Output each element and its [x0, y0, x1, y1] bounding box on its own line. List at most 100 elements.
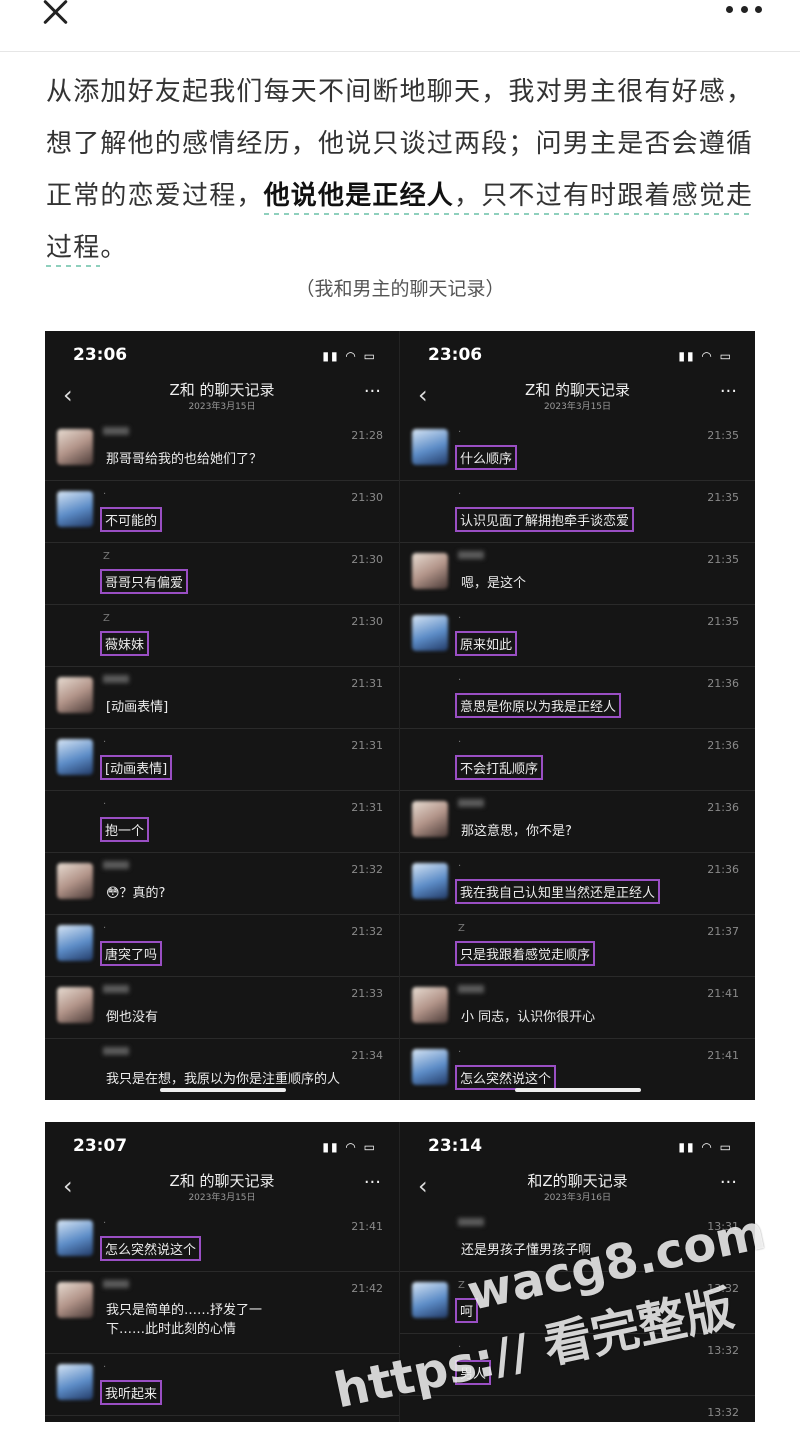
article-text-2: ，只不过有时跟着感觉走: [454, 181, 754, 215]
article-paragraph: 从添加好友起我们每天不间断地聊天，我对男主很有好感，想了解他的感情经历，他说只谈…: [46, 66, 758, 274]
sender-name: [103, 427, 129, 438]
msg-time: 21:36: [707, 677, 739, 690]
more-icon[interactable]: ···: [364, 1172, 381, 1193]
sender-name: ·: [458, 861, 462, 872]
msg-time: 21:36: [707, 863, 739, 876]
chat-title: Z和 的聊天记录: [169, 381, 275, 399]
msg-text: 那哥哥给我的也给她们了？: [106, 452, 263, 467]
msg-text: [动画表情]: [100, 755, 173, 780]
sender-name: [103, 1047, 129, 1058]
msg-time: 21:35: [707, 553, 739, 566]
more-icon[interactable]: ···: [364, 381, 381, 402]
msg-time: 21:41: [707, 1049, 739, 1062]
msg-text: 认识见面了解拥抱牵手谈恋爱: [455, 507, 635, 532]
chat-message: · 21:41 怎么突然说这个: [45, 1210, 399, 1272]
msg-time: 21:35: [707, 615, 739, 628]
chat-message: · 21:35 认识见面了解拥抱牵手谈恋爱: [400, 481, 755, 543]
chat-date: 2023年3月15日: [188, 1193, 256, 1203]
chat-message: 21:42 我只是简单的……抒发了一下……此时此刻的心情: [45, 1272, 399, 1354]
chat-date: 2023年3月15日: [188, 402, 256, 412]
sender-name: ·: [103, 1362, 107, 1373]
sender-name: ·: [103, 799, 107, 810]
chat-screenshot-top: 23:06 ▮▮ ◠ ▭ ‹ Z和 的聊天记录 2023年3月15日 ··· 2…: [45, 331, 755, 1100]
chat-message: 21:41 小 同志，认识你很开心: [400, 977, 755, 1039]
msg-text: 小 同志，认识你很开心: [461, 1010, 596, 1025]
status-icons: ▮▮ ◠ ▭: [322, 1140, 377, 1154]
msg-text: 只是我跟着感觉走顺序: [455, 941, 596, 966]
msg-text: 不可能的: [100, 507, 163, 532]
avatar: [57, 1220, 93, 1256]
chat-message: · 21:36 意思是你原以为我是正经人: [400, 667, 755, 729]
sender-name: ·: [458, 737, 462, 748]
msg-time: 13:32: [707, 1344, 739, 1357]
status-icons: ▮▮ ◠ ▭: [322, 349, 377, 363]
msg-text: 哥哥只有偏爱: [100, 569, 189, 594]
msg-time: 21:41: [351, 1220, 383, 1233]
status-icons: ▮▮ ◠ ▭: [678, 349, 733, 363]
chat-message: 21:33 倒也没有: [45, 977, 399, 1039]
chat-message: 21:31 [动画表情]: [45, 667, 399, 729]
image-caption: （我和男主的聊天记录）: [295, 278, 505, 300]
msg-text: 我听起来: [100, 1380, 163, 1405]
avatar: [412, 863, 448, 899]
sender-name: Z: [458, 923, 465, 934]
sender-name: [458, 1218, 484, 1229]
avatar: [412, 615, 448, 651]
msg-time: 21:41: [707, 987, 739, 1000]
avatar: [412, 801, 448, 837]
status-time: 23:06: [428, 345, 483, 365]
avatar: [412, 1282, 448, 1318]
msg-time: 21:33: [351, 987, 383, 1000]
msg-text: 什么顺序: [455, 445, 518, 470]
sender-name: ·: [458, 1047, 462, 1058]
chat-title: 和Z的聊天记录: [527, 1172, 628, 1190]
sender-name: [103, 985, 129, 996]
avatar: [412, 429, 448, 465]
status-time: 23:14: [428, 1136, 483, 1156]
msg-text: 我只是简单的……抒发了一下……此时此刻的心情: [106, 1303, 263, 1337]
home-indicator: [515, 1088, 641, 1092]
msg-text: 😳？真的?: [106, 886, 166, 901]
sender-name: ·: [458, 427, 462, 438]
avatar: [57, 491, 93, 527]
more-icon[interactable]: ···: [720, 381, 737, 402]
sender-name: [103, 675, 129, 686]
avatar: [57, 987, 93, 1023]
article-text-3: 过程: [46, 233, 101, 267]
avatar: [412, 1049, 448, 1085]
chat-message: 21:28 那哥哥给我的也给她们了？: [45, 419, 399, 481]
msg-time: 21:28: [351, 429, 383, 442]
msg-time: 13:32: [707, 1406, 739, 1419]
chat-message: 13:32: [400, 1396, 755, 1422]
chat-message: · 21:36 我在我自己认知里当然还是正经人: [400, 853, 755, 915]
avatar: [57, 429, 93, 465]
article-bold-highlight: 他说他是正经人: [263, 181, 455, 215]
more-icon[interactable]: ···: [720, 1172, 737, 1193]
msg-time: 21:37: [707, 925, 739, 938]
chat-message: · 21:30 不可能的: [45, 481, 399, 543]
chat-title: Z和 的聊天记录: [169, 1172, 275, 1190]
chat-message: Z 21:37 只是我跟着感觉走顺序: [400, 915, 755, 977]
sender-name: [458, 799, 484, 810]
chat-message: · 21:35 原来如此: [400, 605, 755, 667]
sender-name: ·: [458, 613, 462, 624]
sender-name: Z: [458, 1280, 465, 1291]
article-text-4: 。: [100, 233, 128, 263]
msg-text: 我在我自己认知里当然还是正经人: [455, 879, 661, 904]
msg-time: 21:32: [351, 925, 383, 938]
more-options-icon[interactable]: [726, 6, 762, 14]
avatar: [57, 1282, 93, 1318]
msg-text: 怎么突然说这个: [455, 1065, 557, 1090]
sender-name: ·: [103, 489, 107, 500]
msg-text: 我只是在想，我原以为你是注重顺序的人: [106, 1072, 341, 1087]
msg-time: 21:31: [351, 801, 383, 814]
msg-time: 21:36: [707, 801, 739, 814]
sender-name: [458, 551, 484, 562]
close-icon[interactable]: [40, 0, 72, 32]
sender-name: [458, 985, 484, 996]
chat-pane-2: 23:06 ▮▮ ◠ ▭ ‹ Z和 的聊天记录 2023年3月15日 ··· ·…: [400, 331, 755, 1100]
msg-time: 21:30: [351, 553, 383, 566]
avatar: [57, 925, 93, 961]
chat-list: · 21:35 什么顺序 · 21:35 认识见面了解拥抱牵手谈恋爱 21:35 嗯，是这…: [400, 419, 755, 1100]
status-icons: ▮▮ ◠ ▭: [678, 1140, 733, 1154]
